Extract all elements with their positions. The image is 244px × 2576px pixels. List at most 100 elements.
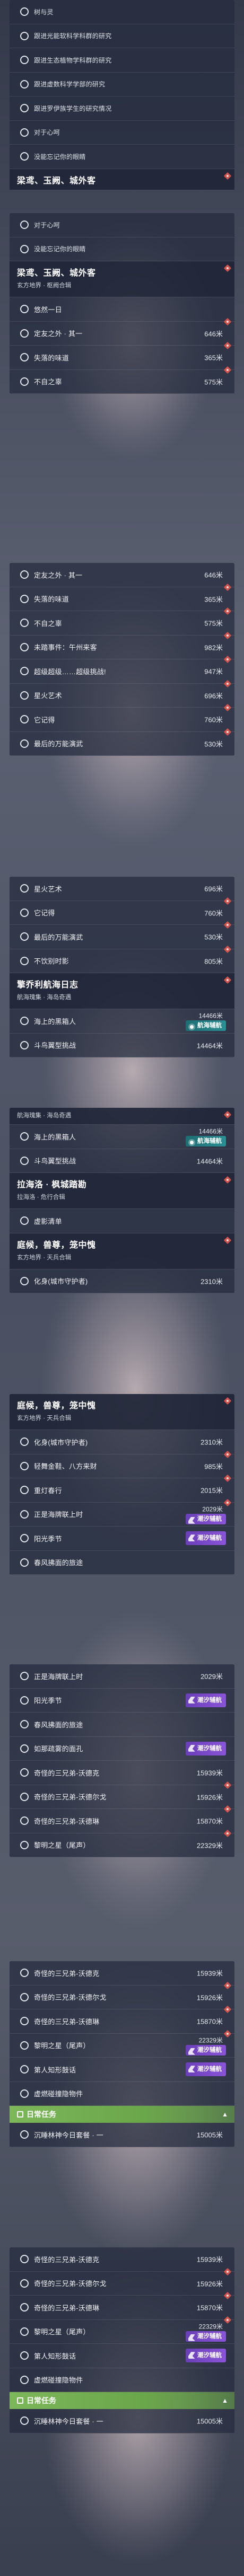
quest-name: 跟进罗伊族学生的研究情况 bbox=[34, 104, 112, 112]
quest-list-panel: 星火艺术 696米 它记得 760米 最后的万能演武 530米 不饮别时影 805米 擎… bbox=[10, 877, 234, 1057]
quest-item[interactable]: 它记得 760米 bbox=[10, 703, 234, 732]
quest-item[interactable]: 最后的万能演武 530米 bbox=[10, 728, 234, 756]
quest-item[interactable]: 树与灵 bbox=[10, 0, 234, 24]
chapter-header[interactable]: 庭候，兽尊，笼中愧 玄方地界 · 天兵合辑 bbox=[10, 1394, 234, 1430]
quest-list-panel: 航海瑰集 · 海岛奇遇 海上的黑箱人 14466米 航海辅航 斗鸟翼型挑战 14464… bbox=[10, 1108, 234, 1293]
quest-item[interactable]: 斗鸟翼型挑战 14464米 bbox=[10, 1033, 234, 1057]
quest-distance: 15939米 bbox=[196, 2255, 223, 2264]
quest-item[interactable]: 如那疏雾的面孔 潮汐辅航 bbox=[10, 1736, 234, 1761]
quest-item[interactable]: 沉睡林神今日套餐 · 一 15005米 bbox=[10, 2123, 234, 2147]
quest-item[interactable]: 定友之外 · 其一 646米 bbox=[10, 317, 234, 346]
quest-distance: 14466米 bbox=[198, 1012, 223, 1020]
daily-quest-header[interactable]: 日常任务 ▲ bbox=[10, 2106, 234, 2123]
quest-item[interactable]: 没能忘记你的眼睛 bbox=[10, 237, 234, 261]
quest-distance: 760米 bbox=[204, 716, 223, 724]
quest-ring-icon bbox=[20, 1969, 29, 1978]
quest-item[interactable]: 正是海牌联上时 2029米 bbox=[10, 1664, 234, 1689]
quest-item[interactable]: 春风拂面的旅途 bbox=[10, 1713, 234, 1737]
quest-item[interactable]: 正是海牌联上时 2029米 潮汐辅航 bbox=[10, 1498, 234, 1527]
quest-item[interactable]: 失落的味道 365米 bbox=[10, 583, 234, 611]
chapter-header[interactable]: 梁鸢、玉阙、城外客 玄方地界 · 枢阙合辑 bbox=[10, 261, 234, 297]
quest-item[interactable]: 奇怪的三兄弟-沃德琳 15870米 bbox=[10, 2005, 234, 2034]
quest-distance: 14464米 bbox=[196, 1042, 223, 1050]
quest-name: 树与灵 bbox=[34, 8, 54, 16]
quest-ring-icon bbox=[20, 2089, 29, 2098]
quest-item[interactable]: 第人知形鼓话 潮汐辅航 bbox=[10, 2058, 234, 2082]
quest-ring-icon bbox=[20, 2351, 29, 2360]
quest-item[interactable]: 奇怪的三兄弟-沃德克 15939米 bbox=[10, 1761, 234, 1785]
quest-item[interactable]: 超级超级……超级挑战! 947米 bbox=[10, 655, 234, 684]
quest-item[interactable]: 奇怪的三兄弟-沃德尔戈 15926米 bbox=[10, 1781, 234, 1809]
quest-distance: 15870米 bbox=[196, 2017, 223, 2026]
quest-item[interactable]: 不自之辜 575米 bbox=[10, 607, 234, 636]
quest-item[interactable]: 没能忘记你的眼睛 bbox=[10, 145, 234, 169]
quest-item[interactable]: 奇怪的三兄弟-沃德尔戈 15926米 bbox=[10, 2268, 234, 2296]
quest-ring-icon bbox=[20, 739, 29, 748]
quest-ring-icon bbox=[20, 1768, 29, 1777]
quest-distance: 22329米 bbox=[198, 2036, 223, 2044]
quest-item[interactable]: 不自之辜 575米 bbox=[10, 366, 234, 394]
quest-item[interactable]: 奇怪的三兄弟-沃德琳 15870米 bbox=[10, 1805, 234, 1833]
quest-ring-icon bbox=[20, 329, 29, 338]
quest-item[interactable]: 黎明之星（尾声） 22329米 潮汐辅航 bbox=[10, 2030, 234, 2058]
daily-quest-header[interactable]: 日常任务 ▲ bbox=[10, 2392, 234, 2409]
quest-item[interactable]: 未踏事件：午州来客 982米 bbox=[10, 631, 234, 659]
quest-item[interactable]: 失落的味道 365米 bbox=[10, 341, 234, 370]
quest-ring-icon bbox=[20, 1132, 29, 1141]
quest-item[interactable]: 它记得 760米 bbox=[10, 897, 234, 925]
chapter-subtitle: 玄方地界 · 天兵合辑 bbox=[17, 1415, 72, 1422]
quest-item[interactable]: 海上的黑箱人 14466米 航海辅航 bbox=[10, 1125, 234, 1149]
quest-item[interactable]: 虚燃碰撞隐物件 bbox=[10, 2081, 234, 2106]
quest-name: 第人知形鼓话 bbox=[34, 2066, 76, 2074]
chapter-header[interactable]: 擎乔利航海日志 航海瑰集 · 海岛奇遇 bbox=[10, 973, 234, 1009]
quest-item[interactable]: 跟进罗伊族学生的研究情况 bbox=[10, 96, 234, 121]
quest-item[interactable]: 虚影清单 bbox=[10, 1209, 234, 1233]
chapter-title: 擎乔利航海日志 bbox=[17, 981, 79, 990]
quest-item[interactable]: 化身(城市守护者) 2310米 bbox=[10, 1269, 234, 1293]
quest-item[interactable]: 斗鸟翼型挑战 14464米 bbox=[10, 1149, 234, 1173]
quest-item[interactable]: 跟进虚数科学学部的研究 bbox=[10, 72, 234, 96]
quest-item[interactable]: 星火艺术 696米 bbox=[10, 877, 234, 901]
quest-name: 奇怪的三兄弟-沃德尔戈 bbox=[34, 2280, 107, 2288]
chapter-header[interactable]: 梁鸢、玉阙、城外客 bbox=[10, 169, 234, 190]
quest-name: 没能忘记你的眼睛 bbox=[34, 245, 86, 253]
chapter-header[interactable]: 庭候，兽尊，笼中愧 玄方地界 · 天兵合辑 bbox=[10, 1233, 234, 1269]
quest-item[interactable]: 奇怪的三兄弟-沃德克 15939米 bbox=[10, 2247, 234, 2272]
quest-item[interactable]: 跟进光能软科学科群的研究 bbox=[10, 24, 234, 48]
quest-item[interactable]: 奇怪的三兄弟-沃德克 15939米 bbox=[10, 1961, 234, 1986]
quest-item[interactable]: 重灯春行 2015米 bbox=[10, 1474, 234, 1503]
dream-icon bbox=[188, 2352, 195, 2359]
quest-item[interactable]: 海上的黑箱人 14466米 航海辅航 bbox=[10, 1009, 234, 1034]
quest-list-panel: 奇怪的三兄弟-沃德克 15939米 奇怪的三兄弟-沃德尔戈 15926米 奇怪的三兄… bbox=[10, 2247, 234, 2433]
quest-item[interactable]: 不饮别时影 805米 bbox=[10, 945, 234, 973]
collapse-arrow-icon[interactable]: ▲ bbox=[222, 2106, 228, 2123]
quest-item[interactable]: 轻舞金鞋、八方来财 985米 bbox=[10, 1450, 234, 1478]
dream-badge: 潮汐辅航 bbox=[186, 2331, 226, 2342]
quest-item[interactable]: 星火艺术 696米 bbox=[10, 680, 234, 708]
quest-item[interactable]: 黎明之星（尾声） 22329米 bbox=[10, 1829, 234, 1857]
quest-item[interactable]: 春风拂面的旅途 bbox=[10, 1550, 234, 1575]
quest-item[interactable]: 沉睡林神今日套餐 · 一 15005米 bbox=[10, 2409, 234, 2433]
quest-item[interactable]: 跟进生态植物学科群的研究 bbox=[10, 48, 234, 73]
quest-distance: 22329米 bbox=[196, 1841, 223, 1850]
quest-item[interactable]: 奇怪的三兄弟-沃德尔戈 15926米 bbox=[10, 1981, 234, 2009]
quest-item[interactable]: 定友之外 · 其一 646米 bbox=[10, 563, 234, 587]
quest-name: 超级超级……超级挑战! bbox=[34, 667, 106, 676]
quest-item[interactable]: 阳光季节 潮汐辅航 bbox=[10, 1688, 234, 1713]
quest-distance: 15926米 bbox=[196, 2280, 223, 2288]
collapse-arrow-icon[interactable]: ▲ bbox=[222, 2392, 228, 2409]
quest-name: 轻舞金鞋、八方来财 bbox=[34, 1462, 97, 1471]
quest-item[interactable]: 黎明之星（尾声） 22329米 潮汐辅航 bbox=[10, 2316, 234, 2344]
quest-item[interactable]: 对于心呵 bbox=[10, 213, 234, 237]
quest-item[interactable]: 奇怪的三兄弟-沃德琳 15870米 bbox=[10, 2291, 234, 2320]
chapter-header[interactable]: 拉海洛 · 枫城踏勘 拉海洛 · 危行合辑 bbox=[10, 1173, 234, 1209]
quest-item[interactable]: 悠然一日 bbox=[10, 297, 234, 322]
quest-item[interactable]: 阳光季节 潮汐辅航 bbox=[10, 1527, 234, 1551]
chapter-header[interactable]: 航海瑰集 · 海岛奇遇 bbox=[10, 1108, 234, 1125]
quest-item[interactable]: 最后的万能演武 530米 bbox=[10, 921, 234, 949]
quest-item[interactable]: 虚燃碰撞隐物件 bbox=[10, 2368, 234, 2392]
quest-item[interactable]: 对于心呵 bbox=[10, 120, 234, 145]
quest-item[interactable]: 化身(城市守护者) 2310米 bbox=[10, 1430, 234, 1454]
quest-item[interactable]: 第人知形鼓话 潮汐辅航 bbox=[10, 2344, 234, 2368]
quest-ring-icon bbox=[20, 642, 29, 651]
